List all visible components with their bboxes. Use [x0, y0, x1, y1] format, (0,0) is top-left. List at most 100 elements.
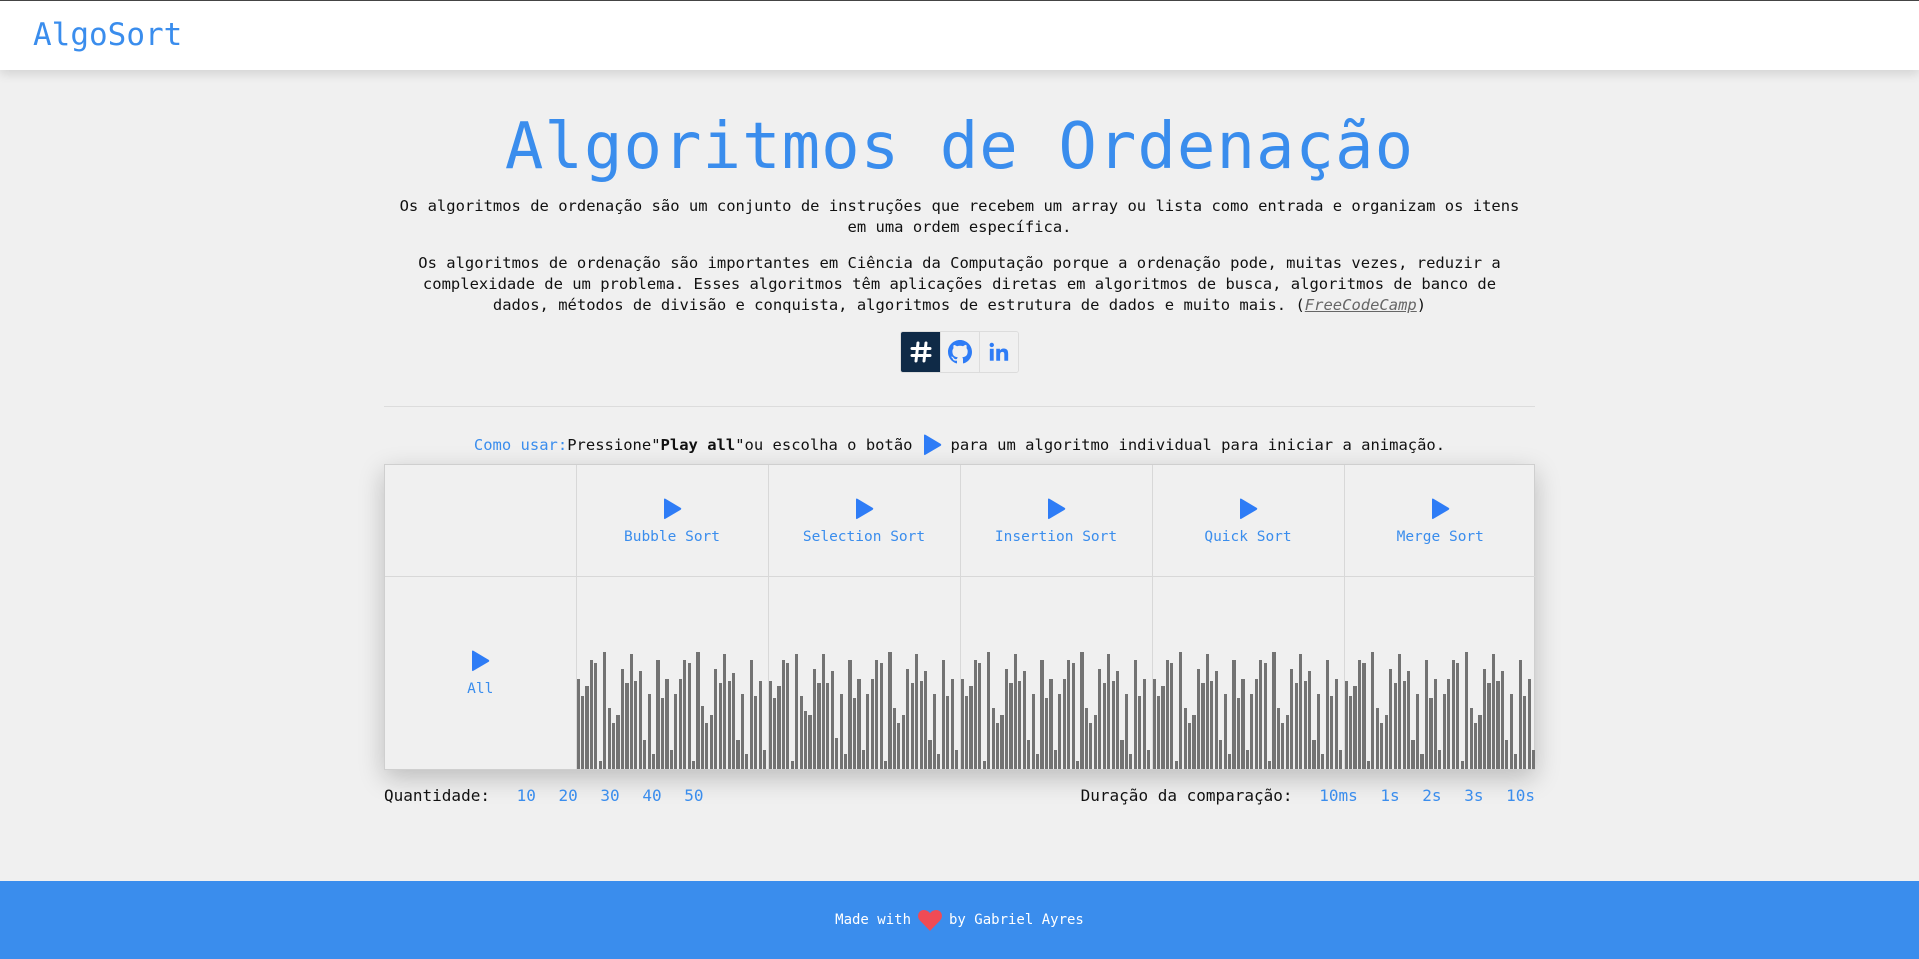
- array-bar: [1348, 696, 1353, 769]
- array-bar: [1013, 653, 1017, 769]
- duration-option[interactable]: 1s: [1380, 786, 1399, 805]
- algo-header-bubble-sort[interactable]: Bubble Sort: [576, 465, 769, 577]
- duration-option[interactable]: 10ms: [1319, 786, 1358, 805]
- array-bar: [1353, 686, 1357, 769]
- array-bar: [861, 749, 865, 769]
- array-bar: [1058, 694, 1062, 769]
- array-bar: [848, 659, 852, 769]
- array-bar: [607, 707, 611, 769]
- algo-name: Bubble Sort: [623, 528, 721, 545]
- array-bar: [1049, 678, 1053, 769]
- array-bar: [736, 740, 740, 769]
- array-bar: [991, 707, 995, 769]
- array-bar: [758, 680, 762, 769]
- array-bar: [1179, 651, 1183, 769]
- array-bar: [598, 761, 602, 769]
- array-bar: [1281, 722, 1285, 769]
- array-bar: [1407, 671, 1411, 769]
- array-bar: [1532, 749, 1536, 769]
- array-bar: [969, 686, 973, 769]
- array-bar: [1250, 694, 1254, 769]
- brand-logo[interactable]: AlgoSort: [33, 17, 182, 53]
- array-bar: [1009, 682, 1013, 769]
- array-bar: [580, 696, 585, 769]
- array-bar: [647, 694, 651, 769]
- array-bar: [826, 682, 830, 769]
- array-bar: [1004, 669, 1009, 769]
- duration-option[interactable]: 2s: [1422, 786, 1441, 805]
- array-bar: [915, 653, 919, 769]
- duration-label: Duração da comparação:: [1080, 786, 1293, 805]
- array-bar: [795, 653, 799, 769]
- play-all-button[interactable]: All: [385, 577, 577, 769]
- array-bar: [740, 694, 745, 769]
- array-bar: [973, 659, 978, 769]
- quantity-option[interactable]: 20: [559, 786, 578, 805]
- array-bar: [1120, 740, 1124, 769]
- array-bar: [941, 659, 945, 769]
- array-bar: [696, 651, 700, 769]
- array-bar: [786, 663, 790, 769]
- source-link[interactable]: FreeCodeCamp: [1305, 296, 1417, 314]
- array-bar: [1303, 680, 1307, 769]
- quantity-option[interactable]: 30: [600, 786, 619, 805]
- footer-text-2: by Gabriel Ayres: [949, 912, 1084, 928]
- array-bar: [612, 722, 616, 769]
- array-bar: [714, 669, 718, 769]
- array-bar: [589, 659, 594, 769]
- array-bar: [955, 749, 959, 769]
- array-bar: [700, 705, 705, 769]
- bars-container: [1344, 577, 1537, 769]
- array-bar: [960, 678, 964, 769]
- play-icon: [921, 433, 943, 457]
- array-bar: [1527, 678, 1531, 769]
- array-bar: [987, 651, 991, 769]
- array-bar: [1174, 761, 1178, 769]
- array-bar: [1232, 659, 1236, 769]
- array-bar: [643, 740, 647, 769]
- array-bar: [996, 722, 1000, 769]
- array-bar: [1330, 696, 1334, 769]
- array-bar: [1384, 715, 1388, 769]
- algo-header-insertion-sort[interactable]: Insertion Sort: [960, 465, 1153, 577]
- array-bar: [1380, 722, 1384, 769]
- array-bar: [1456, 663, 1460, 769]
- algo-header-merge-sort[interactable]: Merge Sort: [1344, 465, 1536, 577]
- array-bar: [1223, 694, 1227, 769]
- algo-name: Quick Sort: [1204, 528, 1292, 545]
- source-open-paren: (: [1295, 296, 1305, 314]
- linkedin-button[interactable]: [979, 332, 1018, 372]
- array-bar: [1362, 663, 1366, 769]
- duration-control: Duração da comparação: 10ms 1s 2s 3s 10s: [1081, 786, 1535, 805]
- array-bar: [1236, 697, 1241, 769]
- array-bar: [964, 696, 969, 769]
- array-bar: [665, 678, 669, 769]
- array-bar: [1241, 678, 1245, 769]
- array-bar: [1299, 653, 1303, 769]
- array-bar: [1465, 651, 1469, 769]
- algo-header-selection-sort[interactable]: Selection Sort: [768, 465, 961, 577]
- array-bar: [691, 761, 696, 769]
- array-bar: [781, 659, 786, 769]
- duration-option[interactable]: 10s: [1506, 786, 1535, 805]
- array-bar: [1339, 749, 1343, 769]
- array-bar: [1473, 722, 1478, 769]
- array-bar: [1111, 680, 1115, 769]
- quantity-option[interactable]: 50: [684, 786, 703, 805]
- array-bar: [1152, 678, 1156, 769]
- duration-option[interactable]: 3s: [1464, 786, 1483, 805]
- array-bar: [1514, 753, 1518, 769]
- algo-header-quick-sort[interactable]: Quick Sort: [1152, 465, 1345, 577]
- play-all-label: All: [467, 681, 494, 697]
- array-bar: [1093, 715, 1097, 769]
- linkedin-icon: [989, 342, 1009, 361]
- array-bar: [705, 722, 709, 769]
- quantity-option[interactable]: 10: [517, 786, 536, 805]
- array-bar: [1276, 707, 1281, 769]
- github-button[interactable]: [940, 332, 979, 372]
- quantity-option[interactable]: 40: [642, 786, 661, 805]
- hash-button[interactable]: [901, 332, 940, 372]
- array-bar: [821, 653, 825, 769]
- array-bar: [875, 659, 879, 769]
- array-bar: [1084, 707, 1089, 769]
